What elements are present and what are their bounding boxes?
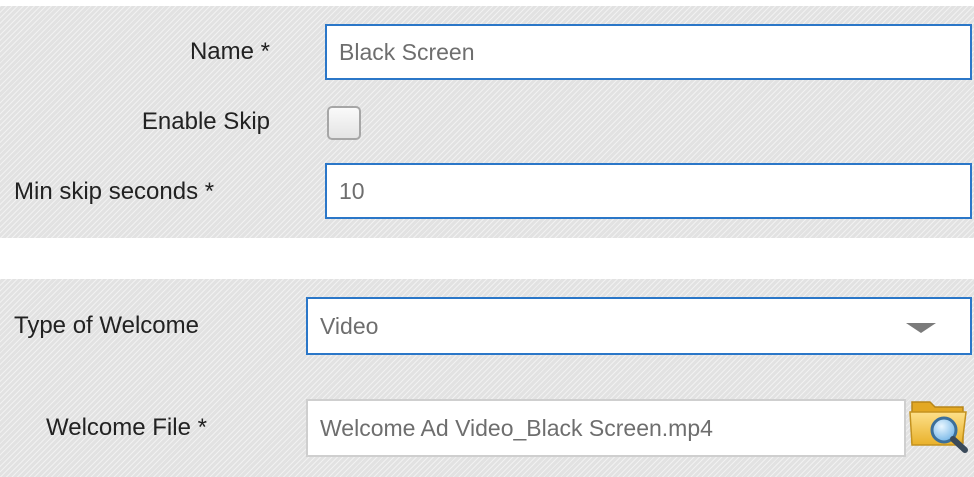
type-of-welcome-select[interactable]: Video [306, 297, 972, 355]
name-label: Name * [189, 38, 270, 65]
welcome-file-input[interactable]: Welcome Ad Video_Black Screen.mp4 [306, 399, 906, 457]
chevron-down-icon [906, 323, 936, 333]
name-input[interactable]: Black Screen [325, 24, 972, 80]
min-skip-seconds-input[interactable]: 10 [325, 163, 972, 219]
type-of-welcome-label: Type of Welcome [14, 312, 199, 339]
type-of-welcome-value: Video [320, 313, 379, 339]
folder-search-icon[interactable] [908, 392, 970, 454]
welcome-file-label: Welcome File * [46, 414, 207, 441]
enable-skip-checkbox[interactable] [327, 106, 361, 140]
enable-skip-label: Enable Skip [141, 108, 270, 135]
min-skip-seconds-label: Min skip seconds * [14, 178, 215, 205]
